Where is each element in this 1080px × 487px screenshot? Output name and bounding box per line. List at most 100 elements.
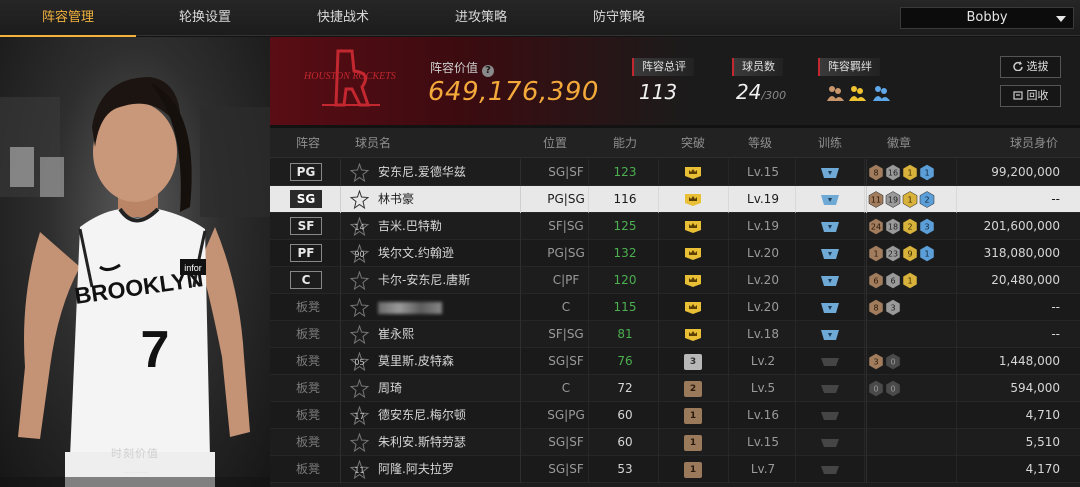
badge-gold-icon[interactable]: 1 — [902, 164, 918, 181]
table-row[interactable]: 板凳 周琦 C 72 2 Lv.5 0 0 594,000 — [270, 375, 1080, 402]
user-dropdown[interactable]: Bobby — [900, 7, 1074, 29]
player-portrait-panel: BROOKLYN 7 infor 时刻价值 —— — [0, 37, 270, 487]
player-name[interactable]: 崔永熙 — [378, 321, 414, 348]
moment-value-label: 时刻价值 — [111, 447, 159, 460]
player-name[interactable]: 阿隆.阿夫拉罗 — [378, 456, 454, 483]
player-name[interactable]: 林书豪 — [378, 186, 414, 213]
tab-lineup-management[interactable]: 阵容管理 — [0, 0, 136, 37]
table-row[interactable]: 板凳 05 莫里斯.皮特森 SG|SF 76 3 Lv.2 3 0 1,448,000 — [270, 348, 1080, 375]
col-rating[interactable]: 能力 — [613, 128, 637, 158]
player-name[interactable]: 卡尔-安东尼.唐斯 — [378, 267, 470, 294]
help-icon[interactable]: ? — [482, 65, 495, 77]
training-active-icon[interactable] — [820, 247, 840, 261]
player-name[interactable]: 安东尼.爱德华兹 — [378, 159, 466, 186]
jersey-number-icon: 11 — [350, 460, 369, 479]
training-inactive-icon[interactable] — [820, 355, 840, 369]
breakthrough-level: 1 — [684, 462, 702, 478]
player-name[interactable]: 埃尔文.约翰逊 — [378, 240, 454, 267]
training-active-icon[interactable] — [820, 220, 840, 234]
table-row[interactable]: C 卡尔-安东尼.唐斯 C|PF 120 Lv.20 6 6 1 20,480,000 — [270, 267, 1080, 294]
jersey-number-icon — [350, 325, 369, 344]
tab-defense-strategy[interactable]: 防守策略 — [550, 0, 688, 36]
player-level: Lv.15 — [747, 435, 779, 449]
slot-badge: SF — [290, 217, 322, 235]
player-level: Lv.16 — [747, 408, 779, 422]
table-row[interactable]: 板凳 C 115 Lv.20 8 3 -- — [270, 294, 1080, 321]
moment-value: —— — [122, 465, 148, 480]
table-row[interactable]: SG 林书豪 PG|SG 116 Lv.19 11 19 1 2 -- — [270, 186, 1080, 213]
tab-rotation-settings[interactable]: 轮换设置 — [136, 0, 274, 36]
badge-dark-icon[interactable]: 0 — [885, 353, 901, 370]
badge-silver-icon[interactable]: 23 — [885, 245, 901, 262]
player-name[interactable]: 朱利安.斯特劳瑟 — [378, 429, 466, 456]
recycle-button-label: 回收 — [1026, 89, 1049, 102]
player-name[interactable]: 周琦 — [378, 375, 402, 402]
player-name[interactable]: 吉米.巴特勒 — [378, 213, 442, 240]
player-level: Lv.2 — [750, 354, 776, 368]
training-inactive-icon[interactable] — [820, 463, 840, 477]
bond-icons[interactable] — [826, 83, 896, 103]
badge-silver-icon[interactable]: 6 — [885, 272, 901, 289]
training-active-icon[interactable] — [820, 166, 840, 180]
badge-blue-icon[interactable]: 1 — [919, 164, 935, 181]
svg-text:11: 11 — [354, 466, 364, 475]
player-rating: 81 — [617, 327, 633, 341]
training-inactive-icon[interactable] — [820, 436, 840, 450]
table-row[interactable]: 板凳 11 阿隆.阿夫拉罗 SG|SF 53 1 Lv.7 4,170 — [270, 456, 1080, 483]
table-row[interactable]: 板凳 朱利安.斯特劳瑟 SG|SF 60 1 Lv.15 5,510 — [270, 429, 1080, 456]
badge-bronze-icon[interactable]: 8 — [868, 299, 884, 316]
badge-bronze-icon[interactable]: 8 — [868, 164, 884, 181]
select-button-label: 选拔 — [1026, 60, 1049, 73]
table-row[interactable]: SF 14 吉米.巴特勒 SF|SG 125 Lv.19 24 18 2 3 201,6… — [270, 213, 1080, 240]
badge-gold-icon[interactable]: 1 — [902, 191, 918, 208]
user-name: Bobby — [966, 10, 1008, 25]
col-breakthrough[interactable]: 突破 — [681, 128, 705, 158]
badge-blue-icon[interactable]: 1 — [919, 245, 935, 262]
badge-silver-icon[interactable]: 18 — [885, 218, 901, 235]
tab-quick-tactics[interactable]: 快捷战术 — [274, 0, 412, 36]
badge-silver-icon[interactable]: 19 — [885, 191, 901, 208]
table-row[interactable]: PG 安东尼.爱德华兹 SG|SF 123 Lv.15 8 16 1 1 99,200… — [270, 159, 1080, 186]
training-active-icon[interactable] — [820, 301, 840, 315]
lineup-summary: HOUSTON ROCKETS 阵容价值? 649,176,390 阵容总评 1… — [270, 37, 1080, 125]
svg-text:2: 2 — [924, 196, 929, 205]
badge-gold-icon[interactable]: 9 — [902, 245, 918, 262]
badge-silver-icon[interactable]: 16 — [885, 164, 901, 181]
player-rating: 60 — [617, 408, 633, 422]
badge-bronze-icon[interactable]: 11 — [868, 191, 884, 208]
badge-bronze-icon[interactable]: 3 — [868, 353, 884, 370]
badge-dark-icon[interactable]: 0 — [885, 380, 901, 397]
table-row[interactable]: 板凳 17 德安东尼.梅尔顿 SG|PG 60 1 Lv.16 4,710 — [270, 402, 1080, 429]
badge-bronze-icon[interactable]: 24 — [868, 218, 884, 235]
table-row[interactable]: PF 90 埃尔文.约翰逊 PG|SG 132 Lv.20 1 23 9 1 318,0… — [270, 240, 1080, 267]
player-level: Lv.19 — [747, 219, 779, 233]
badge-silver-icon[interactable]: 3 — [885, 299, 901, 316]
player-level: Lv.20 — [747, 273, 779, 287]
player-name[interactable]: 莫里斯.皮特森 — [378, 348, 454, 375]
recycle-button[interactable]: 回收 — [1000, 85, 1061, 107]
player-position: SG|SF — [548, 435, 584, 449]
col-level[interactable]: 等级 — [748, 128, 772, 158]
badge-gold-icon[interactable]: 2 — [902, 218, 918, 235]
player-name[interactable]: 德安东尼.梅尔顿 — [378, 402, 466, 429]
training-active-icon[interactable] — [820, 193, 840, 207]
training-active-icon[interactable] — [820, 274, 840, 288]
col-name: 球员名 — [355, 136, 392, 150]
select-button[interactable]: 选拔 — [1000, 56, 1061, 78]
training-inactive-icon[interactable] — [820, 382, 840, 396]
table-row[interactable]: 板凳 崔永熙 SF|SG 81 Lv.18 -- — [270, 321, 1080, 348]
slot-badge: PF — [290, 244, 322, 262]
svg-text:1: 1 — [924, 169, 929, 178]
badge-blue-icon[interactable]: 2 — [919, 191, 935, 208]
svg-text:16: 16 — [888, 169, 898, 178]
badge-dark-icon[interactable]: 0 — [868, 380, 884, 397]
training-active-icon[interactable] — [820, 328, 840, 342]
badge-bronze-icon[interactable]: 6 — [868, 272, 884, 289]
badge-bronze-icon[interactable]: 1 — [868, 245, 884, 262]
training-inactive-icon[interactable] — [820, 409, 840, 423]
col-player-value[interactable]: 球员身价 — [1010, 128, 1058, 158]
col-position[interactable]: 位置 — [543, 128, 567, 158]
badge-gold-icon[interactable]: 1 — [902, 272, 918, 289]
tab-offense-strategy[interactable]: 进攻策略 — [412, 0, 550, 36]
badge-blue-icon[interactable]: 3 — [919, 218, 935, 235]
